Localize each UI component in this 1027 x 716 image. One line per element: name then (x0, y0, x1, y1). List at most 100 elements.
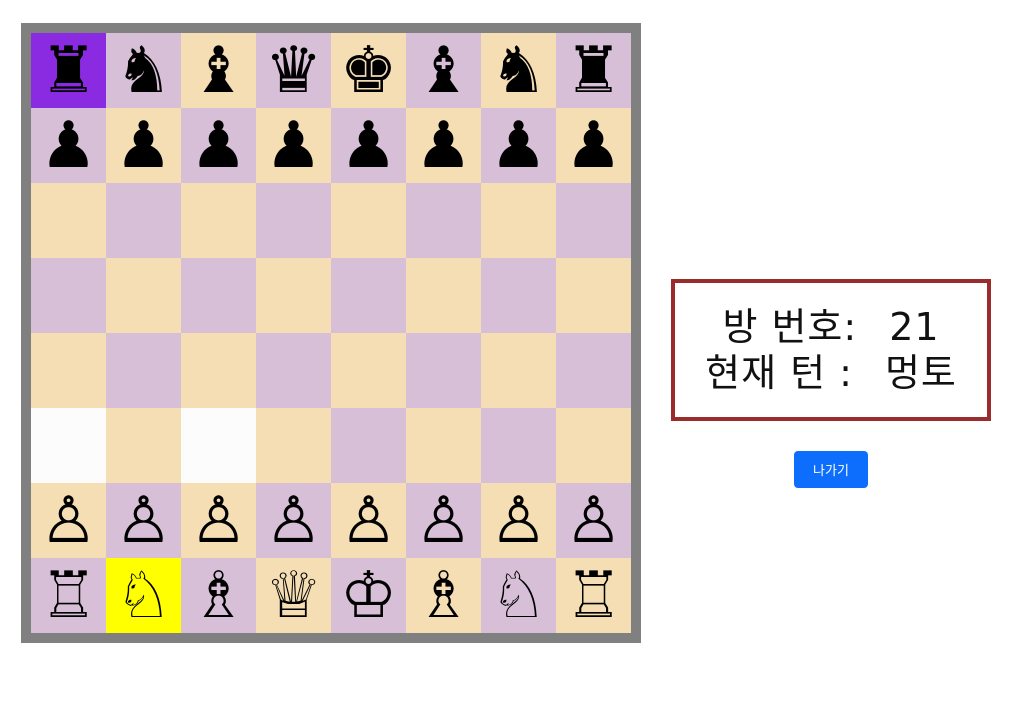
square-c8[interactable]: ♝ (181, 33, 256, 108)
square-h2[interactable]: ♙ (556, 483, 631, 558)
white-queen-icon[interactable]: ♕ (265, 564, 322, 628)
square-a8[interactable]: ♜ (31, 33, 106, 108)
square-d8[interactable]: ♛ (256, 33, 331, 108)
square-e2[interactable]: ♙ (331, 483, 406, 558)
square-a4[interactable] (31, 333, 106, 408)
square-c5[interactable] (181, 258, 256, 333)
black-pawn-icon[interactable]: ♟ (415, 114, 472, 178)
square-a1[interactable]: ♖ (31, 558, 106, 633)
white-pawn-icon[interactable]: ♙ (415, 489, 472, 553)
square-d7[interactable]: ♟ (256, 108, 331, 183)
white-pawn-icon[interactable]: ♙ (340, 489, 397, 553)
black-pawn-icon[interactable]: ♟ (340, 114, 397, 178)
black-pawn-icon[interactable]: ♟ (190, 114, 247, 178)
square-f2[interactable]: ♙ (406, 483, 481, 558)
white-bishop-icon[interactable]: ♗ (415, 564, 472, 628)
square-b2[interactable]: ♙ (106, 483, 181, 558)
square-e6[interactable] (331, 183, 406, 258)
square-g6[interactable] (481, 183, 556, 258)
square-a7[interactable]: ♟ (31, 108, 106, 183)
square-b3[interactable] (106, 408, 181, 483)
square-c3[interactable] (181, 408, 256, 483)
black-knight-icon[interactable]: ♞ (490, 39, 547, 103)
current-turn-label: 현재 턴 : (705, 351, 853, 395)
square-g2[interactable]: ♙ (481, 483, 556, 558)
exit-button[interactable]: 나가기 (794, 451, 868, 488)
black-rook-icon[interactable]: ♜ (565, 39, 622, 103)
black-pawn-icon[interactable]: ♟ (565, 114, 622, 178)
square-a3[interactable] (31, 408, 106, 483)
square-b7[interactable]: ♟ (106, 108, 181, 183)
square-d5[interactable] (256, 258, 331, 333)
black-queen-icon[interactable]: ♛ (265, 39, 322, 103)
square-g8[interactable]: ♞ (481, 33, 556, 108)
square-c2[interactable]: ♙ (181, 483, 256, 558)
white-pawn-icon[interactable]: ♙ (115, 489, 172, 553)
square-c4[interactable] (181, 333, 256, 408)
black-knight-icon[interactable]: ♞ (115, 39, 172, 103)
square-h1[interactable]: ♖ (556, 558, 631, 633)
square-b1[interactable]: ♘ (106, 558, 181, 633)
current-turn-line: 현재 턴 : 멍토 (705, 350, 957, 396)
square-d4[interactable] (256, 333, 331, 408)
square-a6[interactable] (31, 183, 106, 258)
white-pawn-icon[interactable]: ♙ (565, 489, 622, 553)
white-rook-icon[interactable]: ♖ (565, 564, 622, 628)
square-h6[interactable] (556, 183, 631, 258)
square-d6[interactable] (256, 183, 331, 258)
square-c1[interactable]: ♗ (181, 558, 256, 633)
black-pawn-icon[interactable]: ♟ (115, 114, 172, 178)
square-c7[interactable]: ♟ (181, 108, 256, 183)
square-g7[interactable]: ♟ (481, 108, 556, 183)
white-pawn-icon[interactable]: ♙ (190, 489, 247, 553)
square-e4[interactable] (331, 333, 406, 408)
white-rook-icon[interactable]: ♖ (40, 564, 97, 628)
square-h8[interactable]: ♜ (556, 33, 631, 108)
square-d2[interactable]: ♙ (256, 483, 331, 558)
white-king-icon[interactable]: ♔ (340, 564, 397, 628)
square-b6[interactable] (106, 183, 181, 258)
square-h3[interactable] (556, 408, 631, 483)
square-f5[interactable] (406, 258, 481, 333)
square-b5[interactable] (106, 258, 181, 333)
square-c6[interactable] (181, 183, 256, 258)
black-bishop-icon[interactable]: ♝ (190, 39, 247, 103)
black-king-icon[interactable]: ♚ (340, 39, 397, 103)
square-f4[interactable] (406, 333, 481, 408)
black-pawn-icon[interactable]: ♟ (40, 114, 97, 178)
square-e8[interactable]: ♚ (331, 33, 406, 108)
square-g4[interactable] (481, 333, 556, 408)
square-a5[interactable] (31, 258, 106, 333)
square-e7[interactable]: ♟ (331, 108, 406, 183)
square-h7[interactable]: ♟ (556, 108, 631, 183)
white-pawn-icon[interactable]: ♙ (265, 489, 322, 553)
square-h4[interactable] (556, 333, 631, 408)
chess-board-frame: ♜ ♞ ♝ ♛ ♚ ♝ ♞ ♜ ♟ ♟ ♟ ♟ ♟ ♟ ♟ ♟ ♙ ♙ ♙ ♙ ♙ ♙ ♙ ♙ ♖ ♘ ♗ ♕ ♔ ♗ ♘ ♖ (21, 23, 641, 643)
square-e3[interactable] (331, 408, 406, 483)
black-pawn-icon[interactable]: ♟ (490, 114, 547, 178)
black-rook-icon[interactable]: ♜ (40, 39, 97, 103)
square-f7[interactable]: ♟ (406, 108, 481, 183)
square-f6[interactable] (406, 183, 481, 258)
black-pawn-icon[interactable]: ♟ (265, 114, 322, 178)
white-pawn-icon[interactable]: ♙ (40, 489, 97, 553)
square-b8[interactable]: ♞ (106, 33, 181, 108)
black-bishop-icon[interactable]: ♝ (415, 39, 472, 103)
square-g5[interactable] (481, 258, 556, 333)
square-b4[interactable] (106, 333, 181, 408)
square-d3[interactable] (256, 408, 331, 483)
square-g1[interactable]: ♘ (481, 558, 556, 633)
white-pawn-icon[interactable]: ♙ (490, 489, 547, 553)
square-a2[interactable]: ♙ (31, 483, 106, 558)
square-e5[interactable] (331, 258, 406, 333)
square-h5[interactable] (556, 258, 631, 333)
square-g3[interactable] (481, 408, 556, 483)
white-knight-icon[interactable]: ♘ (115, 564, 172, 628)
square-d1[interactable]: ♕ (256, 558, 331, 633)
square-f3[interactable] (406, 408, 481, 483)
white-knight-icon[interactable]: ♘ (490, 564, 547, 628)
square-f1[interactable]: ♗ (406, 558, 481, 633)
white-bishop-icon[interactable]: ♗ (190, 564, 247, 628)
square-e1[interactable]: ♔ (331, 558, 406, 633)
square-f8[interactable]: ♝ (406, 33, 481, 108)
